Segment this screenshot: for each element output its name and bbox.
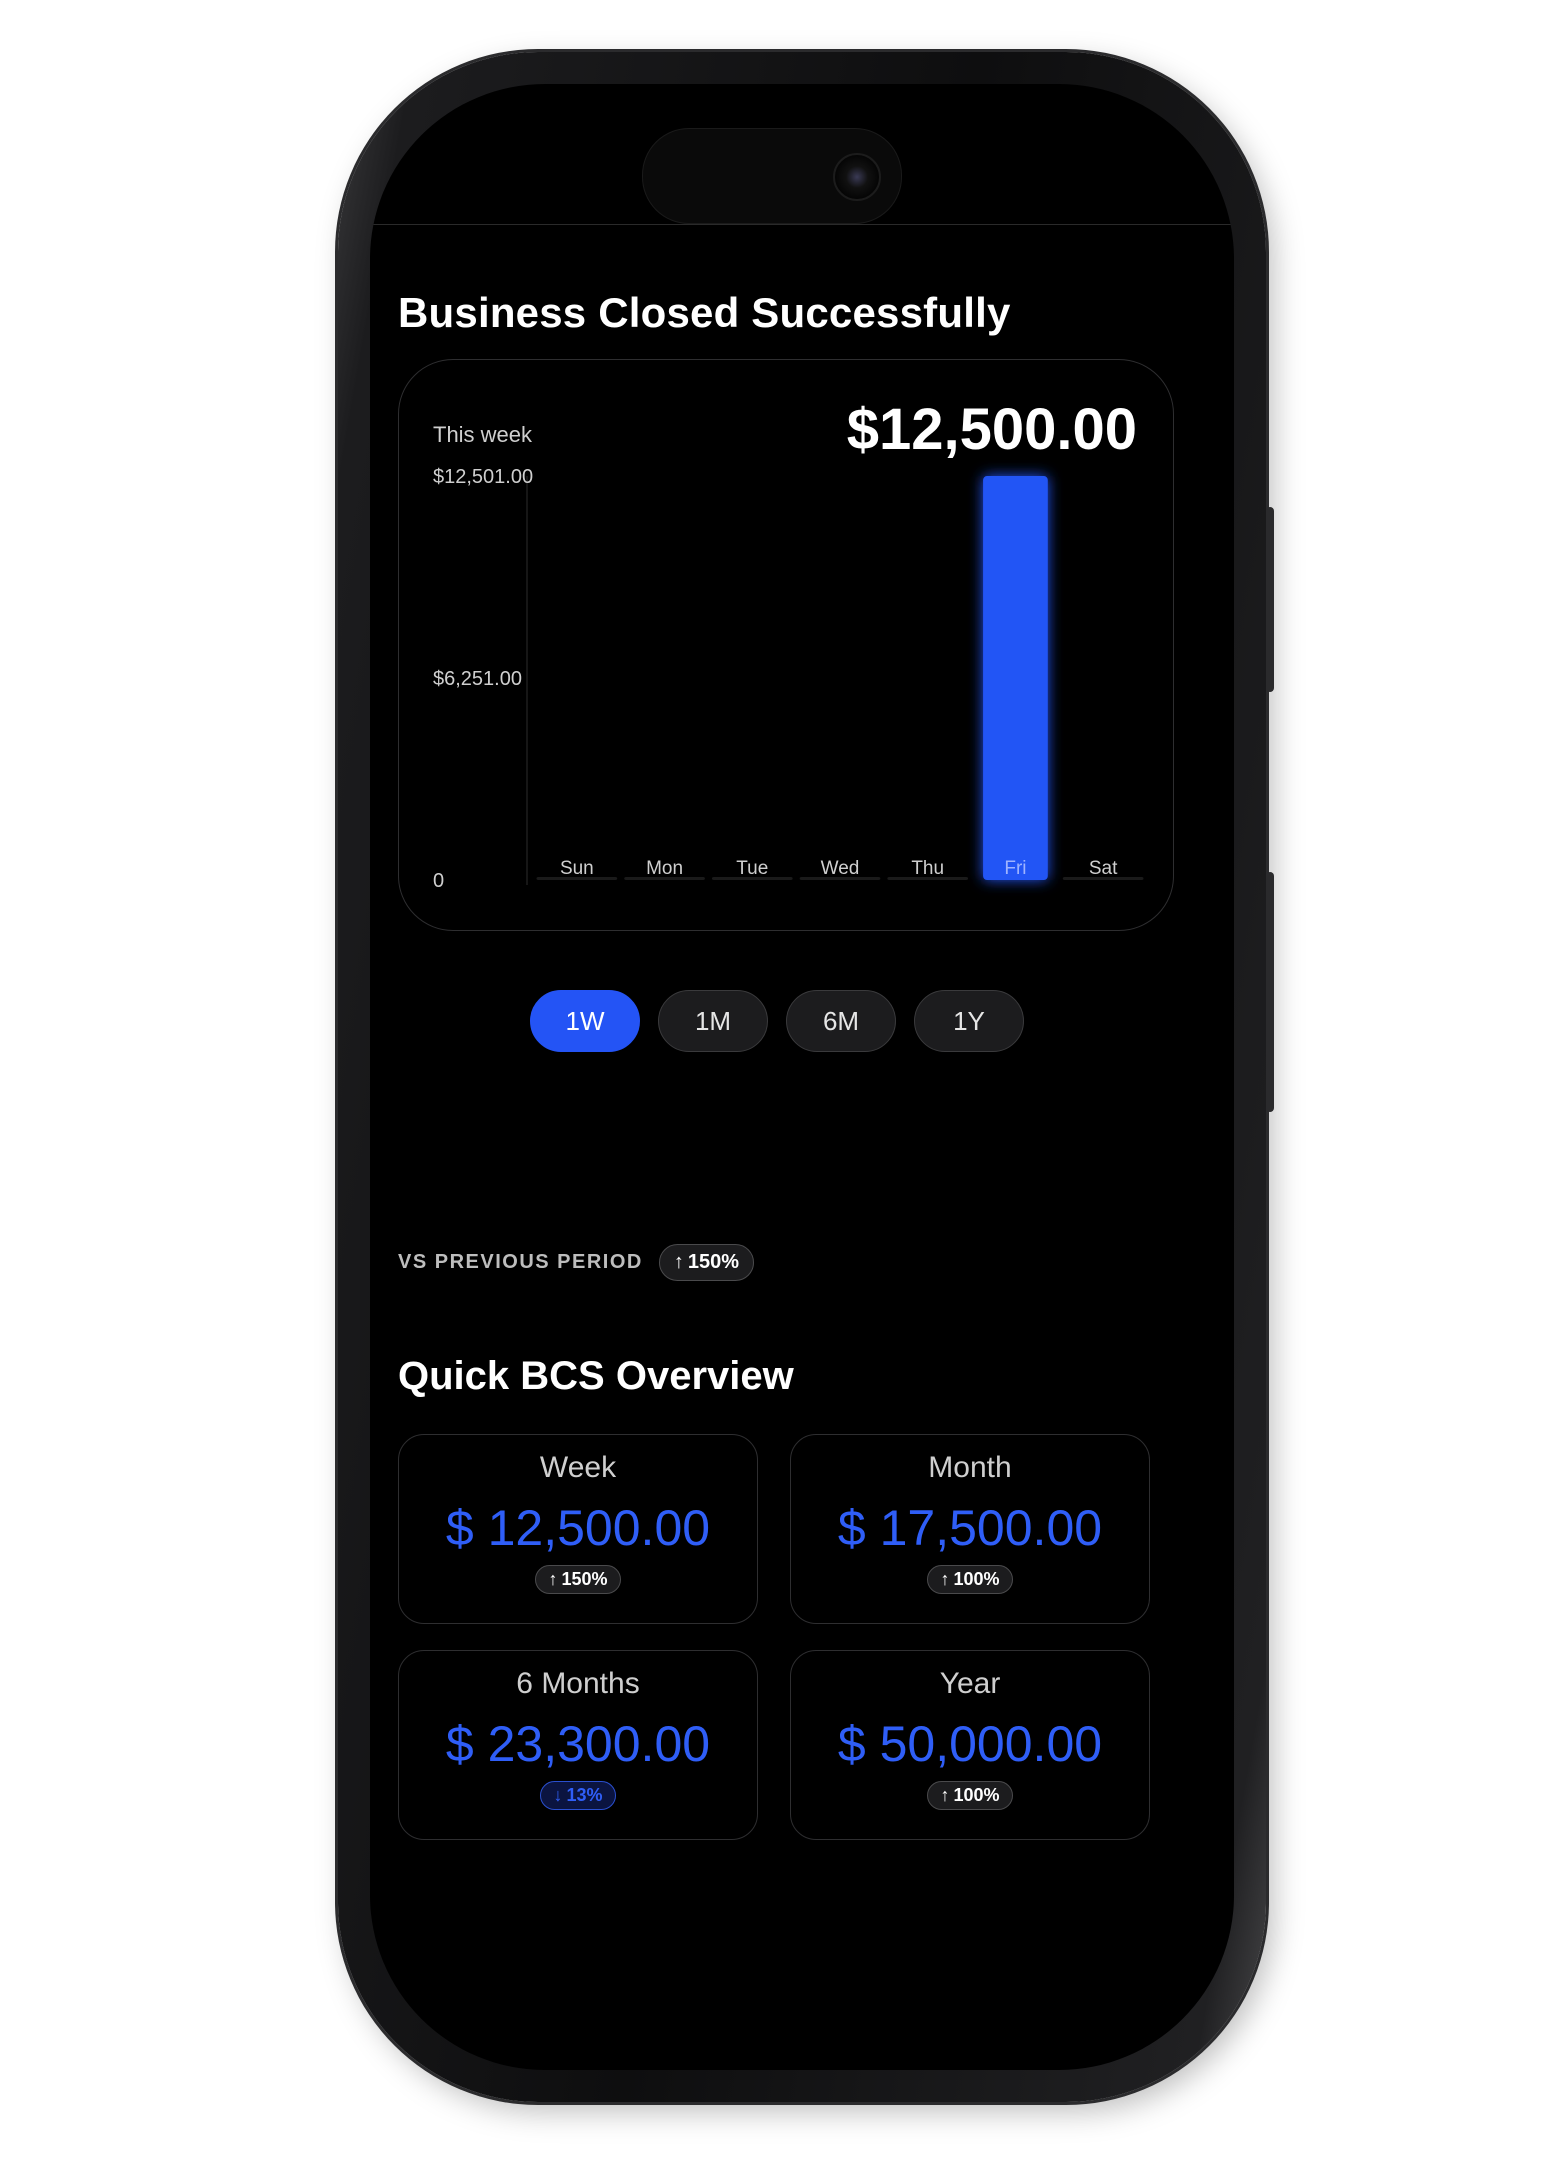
side-button [1266, 872, 1274, 1112]
phone-screen: Business Closed Successfully This week $… [370, 84, 1234, 2070]
chart-card: This week $12,500.00 $12,501.00 $6,251.0… [398, 359, 1174, 931]
range-button-1m[interactable]: 1M [658, 990, 768, 1052]
stat-label: Week [539, 1451, 617, 1484]
range-button-1y[interactable]: 1Y [914, 990, 1024, 1052]
y-tick-label: $12,501.00 [433, 466, 533, 488]
stat-label: Month [928, 1451, 1012, 1484]
comparison-change: 150% [687, 1251, 739, 1273]
stat-card-year[interactable]: Year $ 50,000.00 ↑ 100% [790, 1650, 1150, 1840]
x-tick-label: Sat [1089, 858, 1118, 879]
arrow-up-icon: ↑ [940, 1785, 950, 1805]
stat-value: $ 12,500.00 [445, 1500, 711, 1556]
change-value: 13% [566, 1785, 603, 1805]
page-title: Business Closed Successfully [398, 289, 1011, 336]
stat-value: $ 23,300.00 [445, 1716, 711, 1772]
arrow-up-icon: ↑ [940, 1569, 950, 1589]
bar-fri[interactable] [983, 476, 1048, 880]
stat-label: 6 Months [516, 1667, 640, 1700]
x-tick-label: Tue [736, 858, 768, 879]
stat-card-month[interactable]: Month $ 17,500.00 ↑ 100% [790, 1434, 1150, 1624]
arrow-down-icon: ↓ [553, 1785, 563, 1805]
comparison-row: VS PREVIOUS PERIOD ↑ 150% [398, 1244, 754, 1281]
x-tick-label: Wed [821, 858, 860, 879]
change-badge: ↑ 100% [927, 1565, 1013, 1594]
bar-chart: $12,501.00 $6,251.00 0 Sun Mon Tue Wed Thu Fr… [433, 466, 1144, 892]
range-button-6m[interactable]: 6M [786, 990, 896, 1052]
y-tick-label: 0 [433, 870, 444, 892]
x-tick-label: Thu [911, 858, 944, 879]
stat-value: $ 50,000.00 [837, 1716, 1103, 1772]
comparison-label: VS PREVIOUS PERIOD [398, 1251, 643, 1273]
change-value: 100% [953, 1569, 1000, 1589]
change-value: 150% [561, 1569, 608, 1589]
stat-card-week[interactable]: Week $ 12,500.00 ↑ 150% [398, 1434, 758, 1624]
comparison-badge: ↑ 150% [658, 1244, 754, 1281]
change-badge: ↑ 100% [927, 1781, 1013, 1810]
stat-card-6-months[interactable]: 6 Months $ 23,300.00 ↓ 13% [398, 1650, 758, 1840]
stat-label: Year [939, 1667, 1001, 1700]
stat-value: $ 17,500.00 [837, 1500, 1103, 1556]
y-tick-label: $6,251.00 [433, 668, 522, 690]
arrow-up-icon: ↑ [548, 1569, 558, 1589]
bar-series [536, 476, 1144, 880]
change-badge: ↑ 150% [535, 1565, 621, 1594]
x-tick-label: Fri [1004, 858, 1026, 879]
overview-title: Quick BCS Overview [398, 1354, 794, 1398]
side-button [1266, 507, 1274, 692]
range-button-1w[interactable]: 1W [530, 990, 640, 1052]
range-selector: 1W 1M 6M 1Y [530, 990, 1024, 1052]
change-badge: ↓ 13% [540, 1781, 616, 1810]
arrow-up-icon: ↑ [673, 1251, 684, 1273]
x-tick-label: Sun [560, 858, 594, 879]
x-tick-label: Mon [646, 858, 683, 879]
app-content: Business Closed Successfully This week $… [370, 84, 1234, 2070]
change-value: 100% [953, 1785, 1000, 1805]
